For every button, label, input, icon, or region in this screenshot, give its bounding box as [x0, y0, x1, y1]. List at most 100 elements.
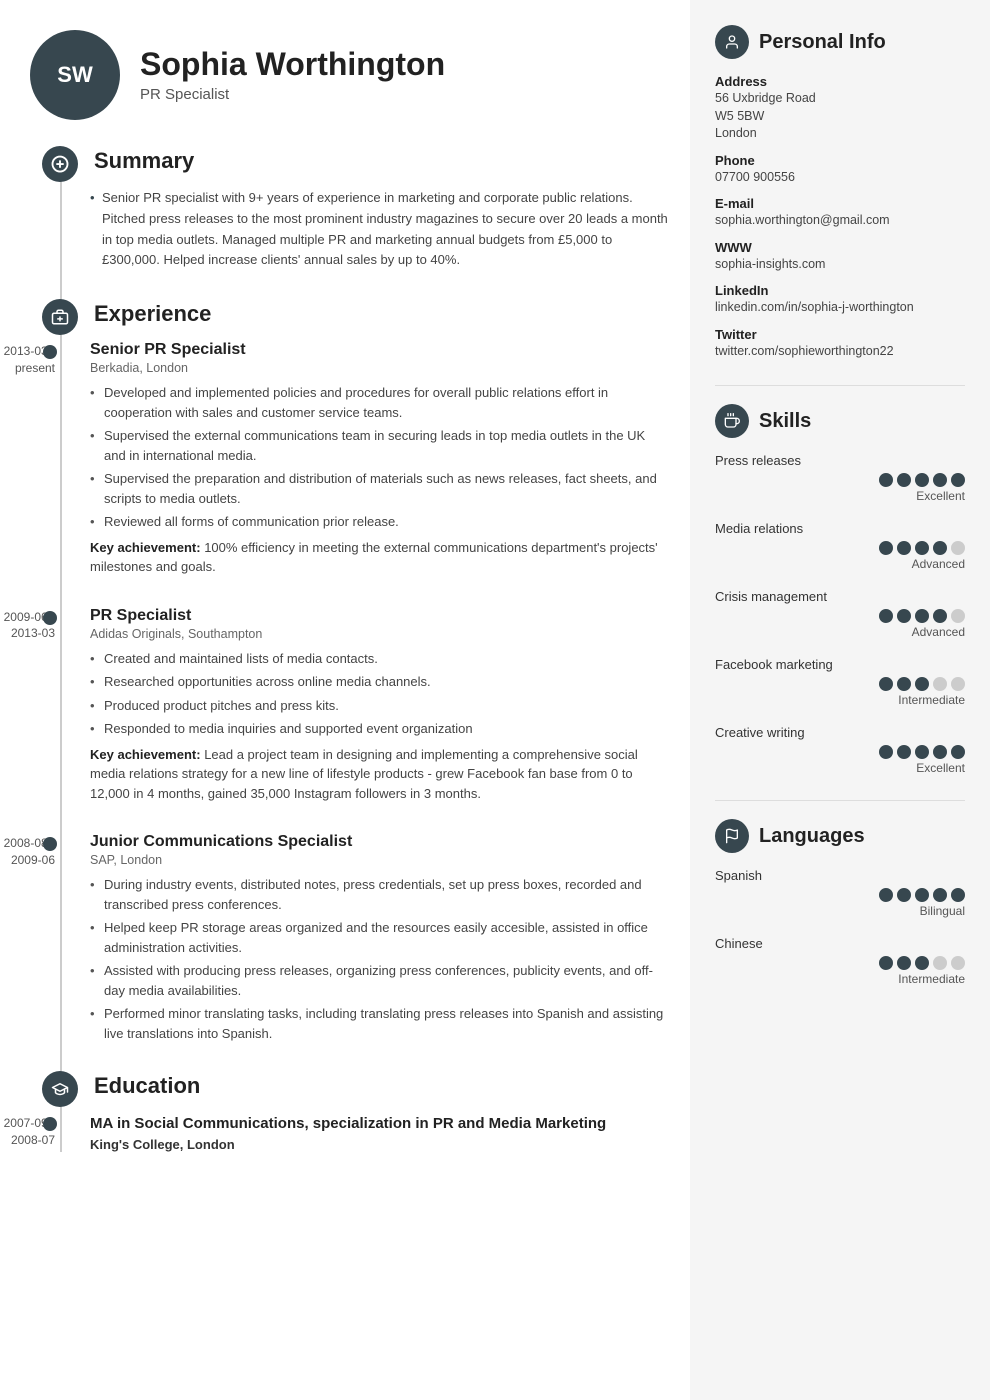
summary-section: Summary Senior PR specialist with 9+ yea…	[90, 148, 670, 271]
skill-facebook-marketing: Facebook marketing Intermediate	[715, 657, 965, 707]
education-header: Education	[90, 1073, 670, 1099]
skill-dots-4	[715, 677, 965, 691]
skill-level-3: Advanced	[715, 625, 965, 639]
exp-achievement-2: Key achievement: Lead a project team in …	[90, 745, 670, 804]
lang-dots-1	[715, 888, 965, 902]
dot	[933, 677, 947, 691]
dot	[915, 956, 929, 970]
skill-level-2: Advanced	[715, 557, 965, 571]
exp-bullet-3-4: Performed minor translating tasks, inclu…	[90, 1004, 670, 1043]
exp-bullets-3: During industry events, distributed note…	[90, 875, 670, 1043]
candidate-name: Sophia Worthington	[140, 47, 445, 82]
header-info: Sophia Worthington PR Specialist	[140, 47, 445, 103]
dot	[879, 541, 893, 555]
email-value: sophia.worthington@gmail.com	[715, 212, 965, 230]
lang-name-1: Spanish	[715, 868, 965, 883]
languages-title: Languages	[759, 825, 865, 848]
summary-title: Summary	[94, 148, 194, 174]
skill-level-5: Excellent	[715, 761, 965, 775]
skill-level-4: Intermediate	[715, 693, 965, 707]
skill-level-1: Excellent	[715, 489, 965, 503]
address-label: Address	[715, 74, 965, 89]
avatar: SW	[30, 30, 120, 120]
exp-bullets-1: Developed and implemented policies and p…	[90, 383, 670, 532]
dot	[951, 541, 965, 555]
dot	[915, 745, 929, 759]
personal-info-header: Personal Info	[715, 25, 965, 59]
skill-name-3: Crisis management	[715, 589, 965, 604]
experience-icon	[42, 299, 78, 335]
dot	[897, 541, 911, 555]
personal-info-title: Personal Info	[759, 31, 886, 54]
education-icon	[42, 1071, 78, 1107]
exp-bullet-2-3: Produced product pitches and press kits.	[90, 696, 670, 716]
experience-title: Experience	[94, 301, 211, 327]
dot	[879, 956, 893, 970]
email-block: E-mail sophia.worthington@gmail.com	[715, 196, 965, 230]
languages-section: Languages Spanish Bilingual Chinese	[715, 819, 965, 986]
exp-title-2: PR Specialist	[90, 607, 670, 625]
skill-dots-1	[715, 473, 965, 487]
edu-degree-1: MA in Social Communications, specializat…	[90, 1113, 670, 1134]
address-line2: W5 5BW	[715, 108, 965, 126]
www-value: sophia-insights.com	[715, 256, 965, 274]
linkedin-block: LinkedIn linkedin.com/in/sophia-j-worthi…	[715, 283, 965, 317]
address-line1: 56 Uxbridge Road	[715, 90, 965, 108]
experience-section: Experience 2013-03 -present Senior PR Sp…	[90, 301, 670, 1043]
dot	[951, 745, 965, 759]
dot	[915, 541, 929, 555]
header: SW Sophia Worthington PR Specialist	[30, 30, 670, 120]
timeline: Summary Senior PR specialist with 9+ yea…	[30, 148, 670, 1152]
dot	[915, 888, 929, 902]
dot	[879, 677, 893, 691]
twitter-label: Twitter	[715, 327, 965, 342]
dot	[915, 609, 929, 623]
email-label: E-mail	[715, 196, 965, 211]
dot	[951, 473, 965, 487]
exp-company-1: Berkadia, London	[90, 361, 670, 375]
experience-header: Experience	[90, 301, 670, 327]
skill-dots-5	[715, 745, 965, 759]
edu-entry-1: 2007-09 -2008-07 MA in Social Communicat…	[90, 1113, 670, 1152]
dot	[933, 609, 947, 623]
exp-title-1: Senior PR Specialist	[90, 341, 670, 359]
exp-dot-2	[43, 611, 57, 625]
dot	[951, 956, 965, 970]
exp-bullets-2: Created and maintained lists of media co…	[90, 649, 670, 739]
www-label: WWW	[715, 240, 965, 255]
personal-info-section: Personal Info Address 56 Uxbridge Road W…	[715, 25, 965, 360]
dot	[933, 745, 947, 759]
dot	[897, 888, 911, 902]
lang-dots-2	[715, 956, 965, 970]
exp-company-3: SAP, London	[90, 853, 670, 867]
divider-2	[715, 800, 965, 801]
skills-header: Skills	[715, 404, 965, 438]
skill-press-releases: Press releases Excellent	[715, 453, 965, 503]
personal-info-icon	[715, 25, 749, 59]
exp-bullet-3-2: Helped keep PR storage areas organized a…	[90, 918, 670, 957]
dot	[879, 473, 893, 487]
exp-company-2: Adidas Originals, Southampton	[90, 627, 670, 641]
skills-title: Skills	[759, 410, 811, 433]
dot	[951, 609, 965, 623]
exp-bullet-2-1: Created and maintained lists of media co…	[90, 649, 670, 669]
dot	[897, 956, 911, 970]
dot	[915, 677, 929, 691]
skill-dots-3	[715, 609, 965, 623]
right-column: Personal Info Address 56 Uxbridge Road W…	[690, 0, 990, 1400]
address-block: Address 56 Uxbridge Road W5 5BW London	[715, 74, 965, 143]
phone-block: Phone 07700 900556	[715, 153, 965, 187]
exp-entry-1: 2013-03 -present Senior PR Specialist Be…	[90, 341, 670, 577]
skill-name-2: Media relations	[715, 521, 965, 536]
lang-name-2: Chinese	[715, 936, 965, 951]
skill-name-4: Facebook marketing	[715, 657, 965, 672]
dot	[879, 745, 893, 759]
exp-achievement-1: Key achievement: 100% efficiency in meet…	[90, 538, 670, 577]
exp-title-3: Junior Communications Specialist	[90, 833, 670, 851]
lang-level-2: Intermediate	[715, 972, 965, 986]
dot	[951, 888, 965, 902]
phone-label: Phone	[715, 153, 965, 168]
summary-icon	[42, 146, 78, 182]
edu-school-1: King's College, London	[90, 1137, 670, 1152]
languages-icon	[715, 819, 749, 853]
